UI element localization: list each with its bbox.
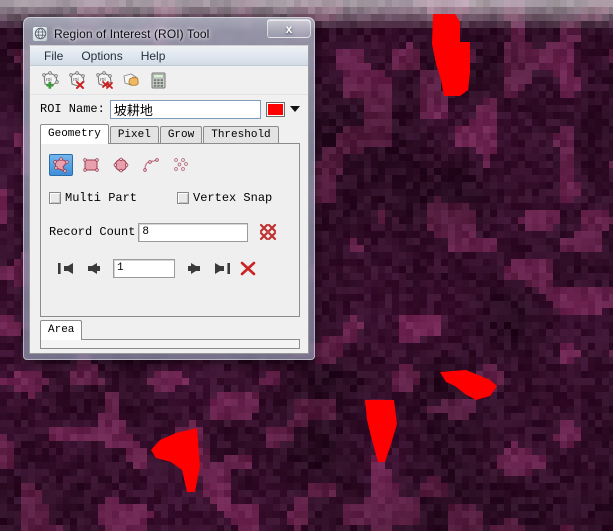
window-titlebar[interactable]: Region of Interest (ROI) Tool x	[29, 19, 311, 45]
point-tool[interactable]	[169, 154, 193, 176]
close-icon: x	[285, 21, 293, 36]
ellipse-tool[interactable]	[109, 154, 133, 176]
tabstrip: Geometry Pixel Grow Threshold	[40, 124, 300, 144]
close-button[interactable]: x	[267, 19, 311, 38]
new-roi-icon[interactable]: roi	[40, 70, 60, 90]
tab-threshold[interactable]: Threshold	[203, 126, 279, 144]
rectangle-tool[interactable]	[79, 154, 103, 176]
delete-record-button[interactable]	[240, 261, 256, 276]
record-count-row: Record Count 8	[49, 220, 291, 244]
statistics-icon[interactable]	[148, 70, 168, 90]
roi-name-label: ROI Name:	[40, 102, 105, 116]
roi-name-input[interactable]: 坡耕地	[109, 99, 261, 119]
area-content-panel	[40, 339, 300, 349]
next-record-button[interactable]	[186, 261, 204, 276]
tab-grow[interactable]: Grow	[159, 126, 203, 144]
geometry-tab-panel: Geometry Pixel Grow Threshold Multi Part…	[40, 124, 300, 317]
last-record-button[interactable]	[213, 261, 231, 276]
delete-all-roi-icon[interactable]: roi	[94, 70, 114, 90]
tab-content-geometry: Multi Part Vertex Snap Record Count 8 1	[40, 143, 300, 317]
screen: Region of Interest (ROI) Tool x File Opt…	[0, 0, 613, 531]
tab-pixel[interactable]: Pixel	[109, 126, 159, 144]
window-title: Region of Interest (ROI) Tool	[54, 26, 210, 41]
polygon-tool[interactable]	[49, 154, 73, 176]
roi-tool-window[interactable]: Region of Interest (ROI) Tool x File Opt…	[23, 17, 315, 360]
roi-color-swatch[interactable]	[266, 101, 285, 117]
vertex-snap-checkbox[interactable]: Vertex Snap	[177, 191, 272, 205]
menubar: File Options Help	[30, 46, 308, 66]
roi-polygon-southwest[interactable]	[151, 428, 200, 492]
vertex-snap-checkbox-box[interactable]	[177, 192, 190, 204]
chevron-down-icon[interactable]	[290, 106, 300, 112]
roi-polygon-southeast[interactable]	[440, 370, 497, 400]
globe-icon	[32, 25, 48, 42]
previous-record-button[interactable]	[84, 261, 102, 276]
multi-part-label: Multi Part	[65, 191, 138, 205]
bottom-tab-panel: Area	[40, 320, 300, 349]
roi-polygon-southcenter[interactable]	[365, 400, 397, 462]
menu-options[interactable]: Options	[73, 47, 130, 65]
multi-part-checkbox[interactable]: Multi Part	[49, 191, 137, 205]
tab-area[interactable]: Area	[40, 320, 83, 340]
roi-name-row: ROI Name: 坡耕地	[30, 95, 308, 123]
multi-part-checkbox-box[interactable]	[49, 192, 61, 204]
menu-file[interactable]: File	[36, 47, 71, 65]
shape-tool-row	[49, 152, 291, 178]
checkbox-row: Multi Part Vertex Snap	[49, 186, 291, 210]
tab-geometry[interactable]: Geometry	[40, 124, 109, 144]
delete-roi-icon[interactable]: roi	[67, 70, 87, 90]
polyline-tool[interactable]	[139, 154, 163, 176]
first-record-button[interactable]	[57, 261, 75, 276]
menu-help[interactable]: Help	[133, 47, 174, 65]
bottom-tabstrip: Area	[40, 320, 300, 340]
hand-pan-icon[interactable]	[121, 70, 141, 90]
record-index-input[interactable]: 1	[113, 258, 175, 278]
toolbar: roi roi roi	[30, 66, 308, 95]
record-navigation-row: 1	[49, 256, 291, 280]
roi-polygon-north[interactable]	[432, 14, 470, 96]
record-count-label: Record Count	[49, 225, 136, 239]
delete-records-icon[interactable]	[260, 223, 277, 241]
vertex-snap-label: Vertex Snap	[193, 191, 273, 205]
window-client-area: File Options Help roi roi roi ROI Name: …	[29, 45, 309, 354]
record-count-input[interactable]: 8	[138, 222, 249, 242]
